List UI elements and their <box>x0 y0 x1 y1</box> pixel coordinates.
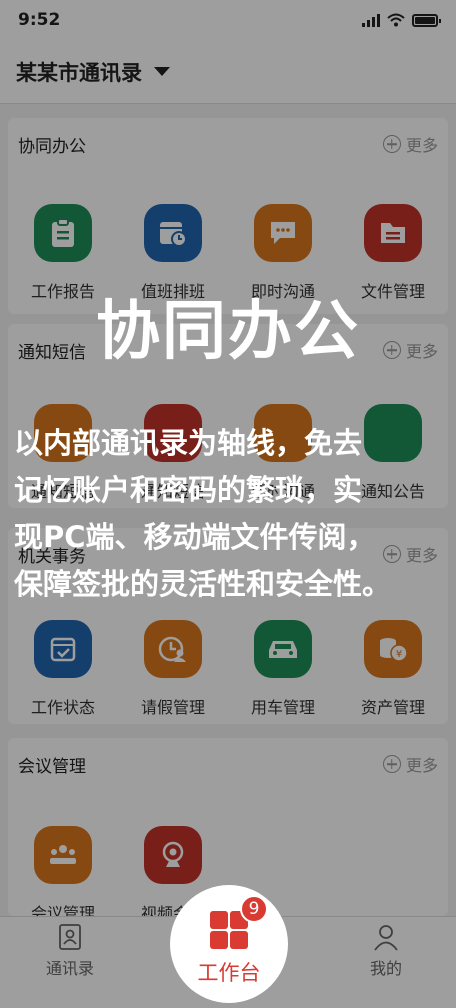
tab-label: 工作台 <box>197 961 261 985</box>
overlay-line: 以内部通讯录为轴线，免去 <box>14 426 363 460</box>
notification-badge: 9 <box>240 895 268 923</box>
overlay-line: 保障签批的灵活性和安全性。 <box>14 567 392 601</box>
overlay-description: 以内部通讯录为轴线，免去 记忆账户和密码的繁琐，实 现PC端、移动端文件传阅， … <box>14 420 446 608</box>
overlay-title: 协同办公 <box>96 295 360 369</box>
workbench-grid-icon: 9 <box>210 895 268 949</box>
overlay-line: 记忆账户和密码的繁琐，实 <box>14 473 363 507</box>
tab-workbench[interactable]: 9 工作台 <box>170 885 288 1003</box>
overlay-line: 现PC端、移动端文件传阅， <box>14 520 376 554</box>
